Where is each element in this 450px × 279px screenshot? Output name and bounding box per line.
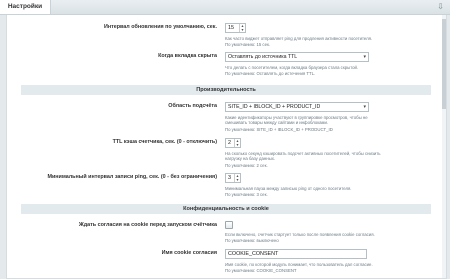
tab-settings[interactable]: Настройки <box>0 0 51 14</box>
scope-select[interactable]: SITE_ID + IBLOCK_ID + PRODUCT_ID ▾ <box>225 102 369 112</box>
scope-default: По умолчанию: SITE_ID + IBLOCK_ID + PROD… <box>225 126 333 132</box>
tab-bar: Настройки ⇩ <box>0 0 450 15</box>
cache-ttl-hint: На сколько секунд кэшировать подсчет акт… <box>225 151 381 162</box>
scrollbar[interactable] <box>442 15 446 278</box>
row-hidden-tab: Когда вкладка скрыта Оставлять до источн… <box>7 52 446 76</box>
cookie-name-input[interactable]: COOKIE_CONSENT <box>225 249 367 259</box>
interval-spinner-icon[interactable]: ▲ ▼ <box>239 24 245 32</box>
hidden-tab-label: Когда вкладка скрыта <box>158 53 217 59</box>
cache-ttl-spinner-icon[interactable]: ▲ ▼ <box>234 139 240 147</box>
pin-icon[interactable]: ⇩ <box>437 2 444 12</box>
interval-default: По умолчанию: 15 сек. <box>225 42 271 47</box>
chevron-down-icon: ▾ <box>363 104 366 110</box>
consent-default: По умолчанию: выключено <box>225 238 279 243</box>
hidden-tab-select[interactable]: Оставлять до источника TTL ▾ <box>225 52 369 62</box>
scope-label: Область подсчёта <box>168 103 217 109</box>
cookie-name-default: По умолчанию: COOKIE_CONSENT <box>225 268 297 273</box>
row-scope: Область подсчёта SITE_ID + IBLOCK_ID + P… <box>7 102 446 132</box>
hidden-tab-hint: Что делать с посетителем, когда вкладка … <box>225 65 359 70</box>
chevron-down-icon: ▾ <box>363 54 366 60</box>
cache-ttl-value: 2 <box>228 140 231 146</box>
interval-field[interactable]: 15 ▲ ▼ <box>225 23 246 33</box>
scrollbar-thumb[interactable] <box>442 19 446 109</box>
min-ping-spinner-icon[interactable]: ▲ ▼ <box>234 174 240 182</box>
cookie-name-hint: Имя cookie, по которой модуль понимает, … <box>225 262 373 267</box>
min-ping-field[interactable]: 3 ▲ ▼ <box>225 173 241 183</box>
min-ping-value: 3 <box>228 175 231 181</box>
cache-ttl-label: TTL кэша счетчика, сек. (0 - отключить) <box>112 139 217 145</box>
interval-value: 15 <box>228 25 234 31</box>
cookie-name-label: Имя cookie согласия <box>161 250 217 256</box>
hidden-tab-value: Оставлять до источника TTL <box>228 54 298 60</box>
min-ping-label: Минимальный интервал записи ping, сек. (… <box>47 174 217 180</box>
min-ping-hint: Минимальная пауза между записью ping от … <box>225 186 352 191</box>
interval-label: Интервал обновления по умолчанию, сек. <box>103 24 217 30</box>
cache-ttl-field[interactable]: 2 ▲ ▼ <box>225 138 241 148</box>
hidden-tab-default: По умолчанию: Оставлять до истечения TTL… <box>225 71 316 76</box>
section-performance: Производительность <box>21 85 431 95</box>
scope-value: SITE_ID + IBLOCK_ID + PRODUCT_ID <box>228 104 321 110</box>
scope-hint: Какие идентификаторы участвуют в группир… <box>225 115 368 126</box>
settings-panel: Интервал обновления по умолчанию, сек. 1… <box>6 15 447 279</box>
section-privacy: Конфиденциальность и cookie <box>21 204 431 214</box>
min-ping-default: По умолчанию: 3 сек. <box>225 192 268 197</box>
consent-label: Ждать согласия на cookie перед запуском … <box>78 222 217 228</box>
consent-checkbox[interactable] <box>225 221 233 229</box>
consent-hint: Если включено, счетчик стартует только п… <box>225 232 375 237</box>
cache-ttl-default: По умолчанию: 2 сек. <box>225 162 268 168</box>
interval-hint: Как часто виджет отправляет ping для про… <box>225 36 373 41</box>
